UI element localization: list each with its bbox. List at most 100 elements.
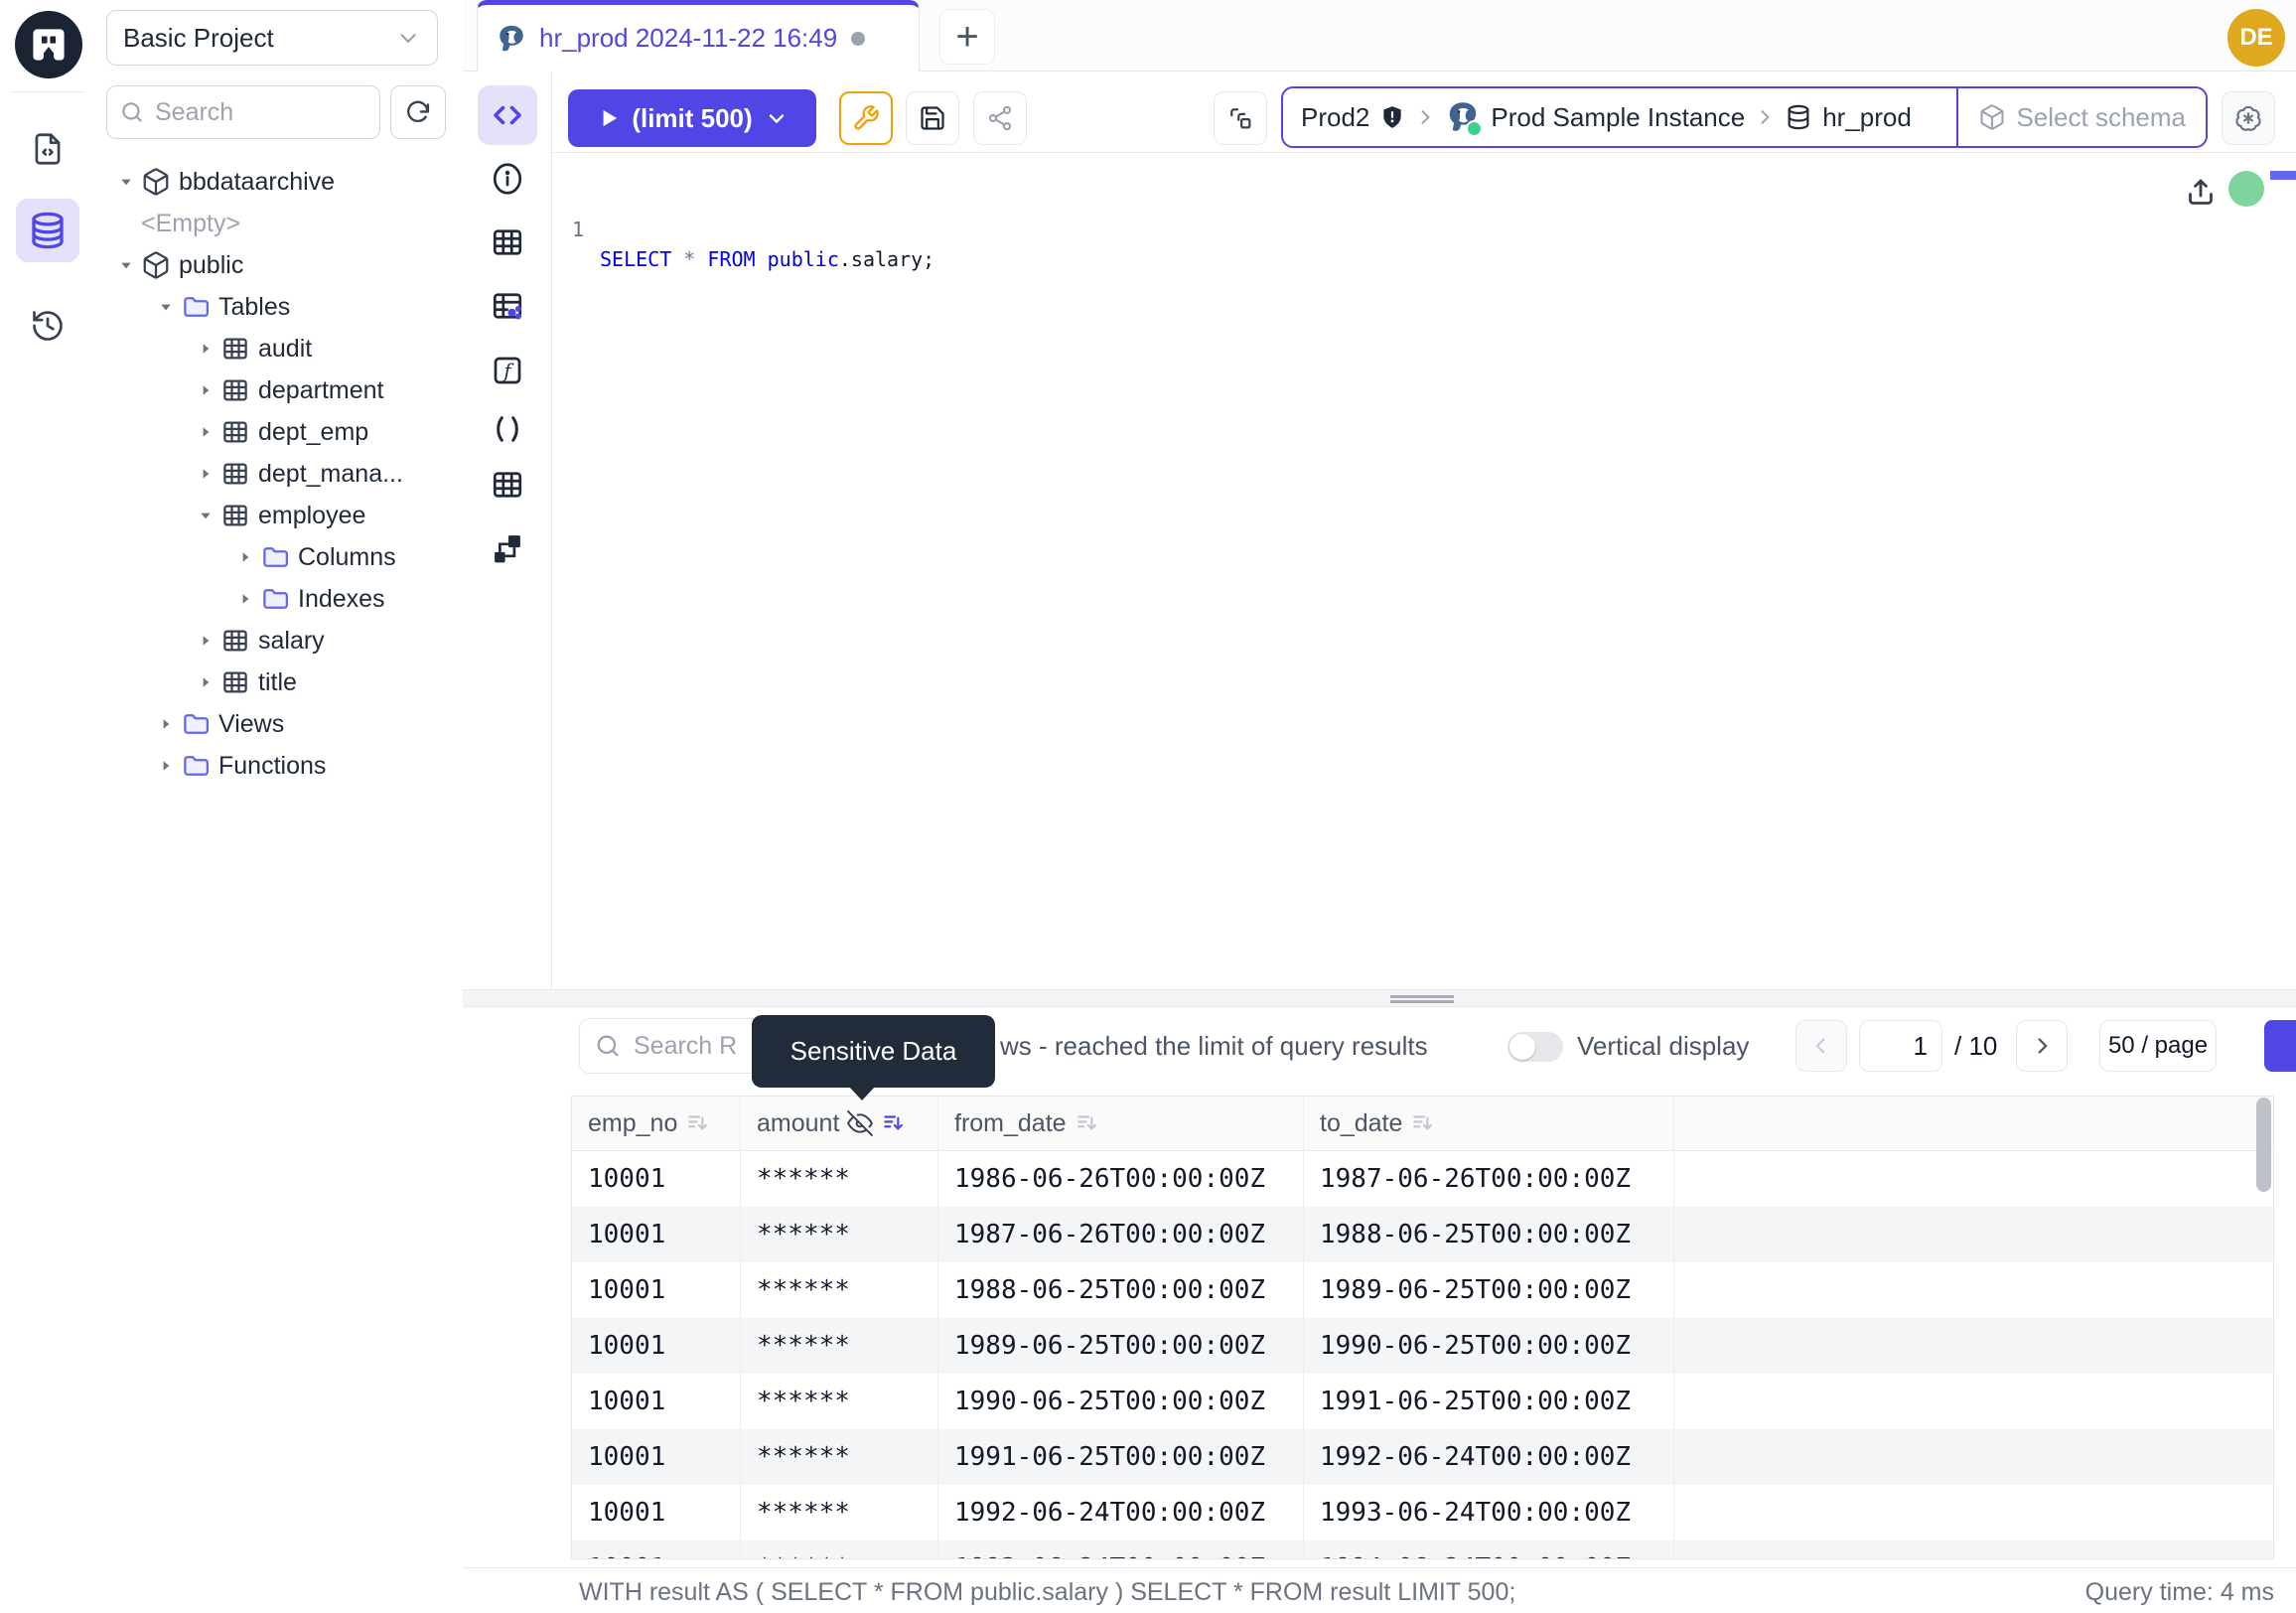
cell-to_date[interactable]: 1988-06-25T00:00:00Z	[1304, 1207, 1674, 1262]
table-row[interactable]: 10001******1988-06-25T00:00:00Z1989-06-2…	[572, 1262, 2273, 1318]
batch-query-button[interactable]	[1214, 91, 1267, 145]
grid-icon[interactable]	[490, 467, 525, 503]
table-row[interactable]: 10001******1990-06-25T00:00:00Z1991-06-2…	[572, 1374, 2273, 1429]
tree-item-salary[interactable]: salary	[95, 620, 463, 661]
caret-down-icon[interactable]	[111, 257, 141, 273]
table-row[interactable]: 10001******1992-06-24T00:00:00Z1993-06-2…	[572, 1485, 2273, 1540]
cell-to_date[interactable]: 1987-06-26T00:00:00Z	[1304, 1151, 1674, 1207]
search-input[interactable]	[153, 97, 356, 128]
cell-from_date[interactable]: 1989-06-25T00:00:00Z	[938, 1318, 1304, 1374]
cell-from_date[interactable]: 1991-06-25T00:00:00Z	[938, 1429, 1304, 1485]
cell-amount[interactable]: ******	[741, 1318, 938, 1374]
page-size-select[interactable]: 50 / page	[2099, 1020, 2217, 1072]
cell-amount[interactable]: ******	[741, 1540, 938, 1559]
cell-from_date[interactable]: 1992-06-24T00:00:00Z	[938, 1485, 1304, 1540]
cell-emp_no[interactable]: 10001	[572, 1429, 741, 1485]
avatar[interactable]: DE	[2227, 9, 2285, 67]
cell-emp_no[interactable]: 10001	[572, 1374, 741, 1429]
cell-emp_no[interactable]: 10001	[572, 1318, 741, 1374]
cell-from_date[interactable]: 1993-06-24T00:00:00Z	[938, 1540, 1304, 1559]
table-row[interactable]: 10001******1987-06-26T00:00:00Z1988-06-2…	[572, 1207, 2273, 1262]
ai-assistant-button[interactable]	[2222, 91, 2275, 145]
caret-down-icon[interactable]	[151, 299, 181, 315]
caret-right-icon[interactable]	[230, 591, 260, 607]
cell-emp_no[interactable]: 10001	[572, 1485, 741, 1540]
cell-amount[interactable]: ******	[741, 1151, 938, 1207]
tree-item-employee[interactable]: employee	[95, 495, 463, 536]
caret-right-icon[interactable]	[230, 549, 260, 565]
sort-icon[interactable]	[685, 1110, 711, 1136]
cell-amount[interactable]: ******	[741, 1485, 938, 1540]
prev-page-button[interactable]	[1795, 1020, 1847, 1072]
tree-item-department[interactable]: department	[95, 369, 463, 411]
cell-emp_no[interactable]: 10001	[572, 1540, 741, 1559]
select-schema-button[interactable]: Select schema	[1956, 88, 2206, 146]
cell-amount[interactable]: ******	[741, 1207, 938, 1262]
connection-selector[interactable]: Prod2 Prod Sample Instance hr_prod	[1283, 88, 1956, 146]
database-icon[interactable]	[16, 199, 79, 262]
history-icon[interactable]	[20, 298, 75, 354]
new-tab-button[interactable]: +	[939, 9, 995, 65]
caret-right-icon[interactable]	[191, 633, 220, 649]
cell-emp_no[interactable]: 10001	[572, 1207, 741, 1262]
chevron-down-icon[interactable]	[765, 106, 789, 130]
cell-amount[interactable]: ******	[741, 1374, 938, 1429]
panel-splitter[interactable]	[463, 989, 2296, 1007]
tree-item-empty[interactable]: <Empty>	[95, 203, 463, 244]
worksheet-icon[interactable]	[20, 121, 75, 177]
sort-icon[interactable]	[881, 1110, 907, 1136]
tree-item-functions[interactable]: Functions	[95, 745, 463, 787]
column-header-from_date[interactable]: from_date	[938, 1097, 1304, 1150]
cell-emp_no[interactable]: 10001	[572, 1151, 741, 1207]
caret-right-icon[interactable]	[151, 716, 181, 732]
tree-item-tables[interactable]: Tables	[95, 286, 463, 328]
sql-editor[interactable]: 1 SELECT * FROM public.salary;	[552, 153, 2296, 989]
eye-off-icon[interactable]	[847, 1110, 873, 1136]
cell-from_date[interactable]: 1986-06-26T00:00:00Z	[938, 1151, 1304, 1207]
sort-icon[interactable]	[1075, 1110, 1100, 1136]
cell-emp_no[interactable]: 10001	[572, 1262, 741, 1318]
tree-item-views[interactable]: Views	[95, 703, 463, 745]
caret-right-icon[interactable]	[191, 341, 220, 357]
column-header-to_date[interactable]: to_date	[1304, 1097, 1674, 1150]
cell-amount[interactable]: ******	[741, 1429, 938, 1485]
refresh-button[interactable]	[390, 85, 446, 139]
export-button[interactable]	[2264, 1020, 2296, 1072]
schema-diagram-icon[interactable]	[490, 530, 525, 566]
caret-right-icon[interactable]	[191, 674, 220, 690]
caret-right-icon[interactable]	[191, 382, 220, 398]
cell-to_date[interactable]: 1994-06-24T00:00:00Z	[1304, 1540, 1674, 1559]
cell-to_date[interactable]: 1990-06-25T00:00:00Z	[1304, 1318, 1674, 1374]
format-sql-button[interactable]	[839, 91, 893, 145]
next-page-button[interactable]	[2016, 1020, 2068, 1072]
caret-down-icon[interactable]	[191, 508, 220, 523]
column-header-amount[interactable]: amount	[741, 1097, 938, 1150]
cell-amount[interactable]: ******	[741, 1262, 938, 1318]
table-row[interactable]: 10001******1993-06-24T00:00:00Z1994-06-2…	[572, 1540, 2273, 1559]
sort-icon[interactable]	[1410, 1110, 1436, 1136]
tree-item-indexes[interactable]: Indexes	[95, 578, 463, 620]
caret-right-icon[interactable]	[191, 424, 220, 440]
cell-from_date[interactable]: 1990-06-25T00:00:00Z	[938, 1374, 1304, 1429]
table-row[interactable]: 10001******1991-06-25T00:00:00Z1992-06-2…	[572, 1429, 2273, 1485]
info-icon[interactable]	[490, 161, 525, 197]
cell-from_date[interactable]: 1988-06-25T00:00:00Z	[938, 1262, 1304, 1318]
parentheses-icon[interactable]	[490, 411, 525, 447]
save-button[interactable]	[906, 91, 959, 145]
caret-right-icon[interactable]	[191, 466, 220, 482]
cell-to_date[interactable]: 1992-06-24T00:00:00Z	[1304, 1429, 1674, 1485]
tree-item-columns[interactable]: Columns	[95, 536, 463, 578]
tab-hr-prod[interactable]: hr_prod 2024-11-22 16:49	[477, 0, 920, 72]
table-panel-icon[interactable]	[490, 224, 525, 260]
cell-from_date[interactable]: 1987-06-26T00:00:00Z	[938, 1207, 1304, 1262]
caret-right-icon[interactable]	[151, 758, 181, 774]
share-button[interactable]	[973, 91, 1027, 145]
tree-item-title[interactable]: title	[95, 661, 463, 703]
run-query-button[interactable]: (limit 500)	[568, 89, 816, 147]
caret-down-icon[interactable]	[111, 174, 141, 190]
project-selector[interactable]: Basic Project	[106, 10, 438, 66]
tree-item-bbdataarchive[interactable]: bbdataarchive	[95, 161, 463, 203]
masked-table-icon[interactable]	[490, 288, 525, 324]
function-icon[interactable]: f	[490, 353, 525, 388]
cell-to_date[interactable]: 1993-06-24T00:00:00Z	[1304, 1485, 1674, 1540]
